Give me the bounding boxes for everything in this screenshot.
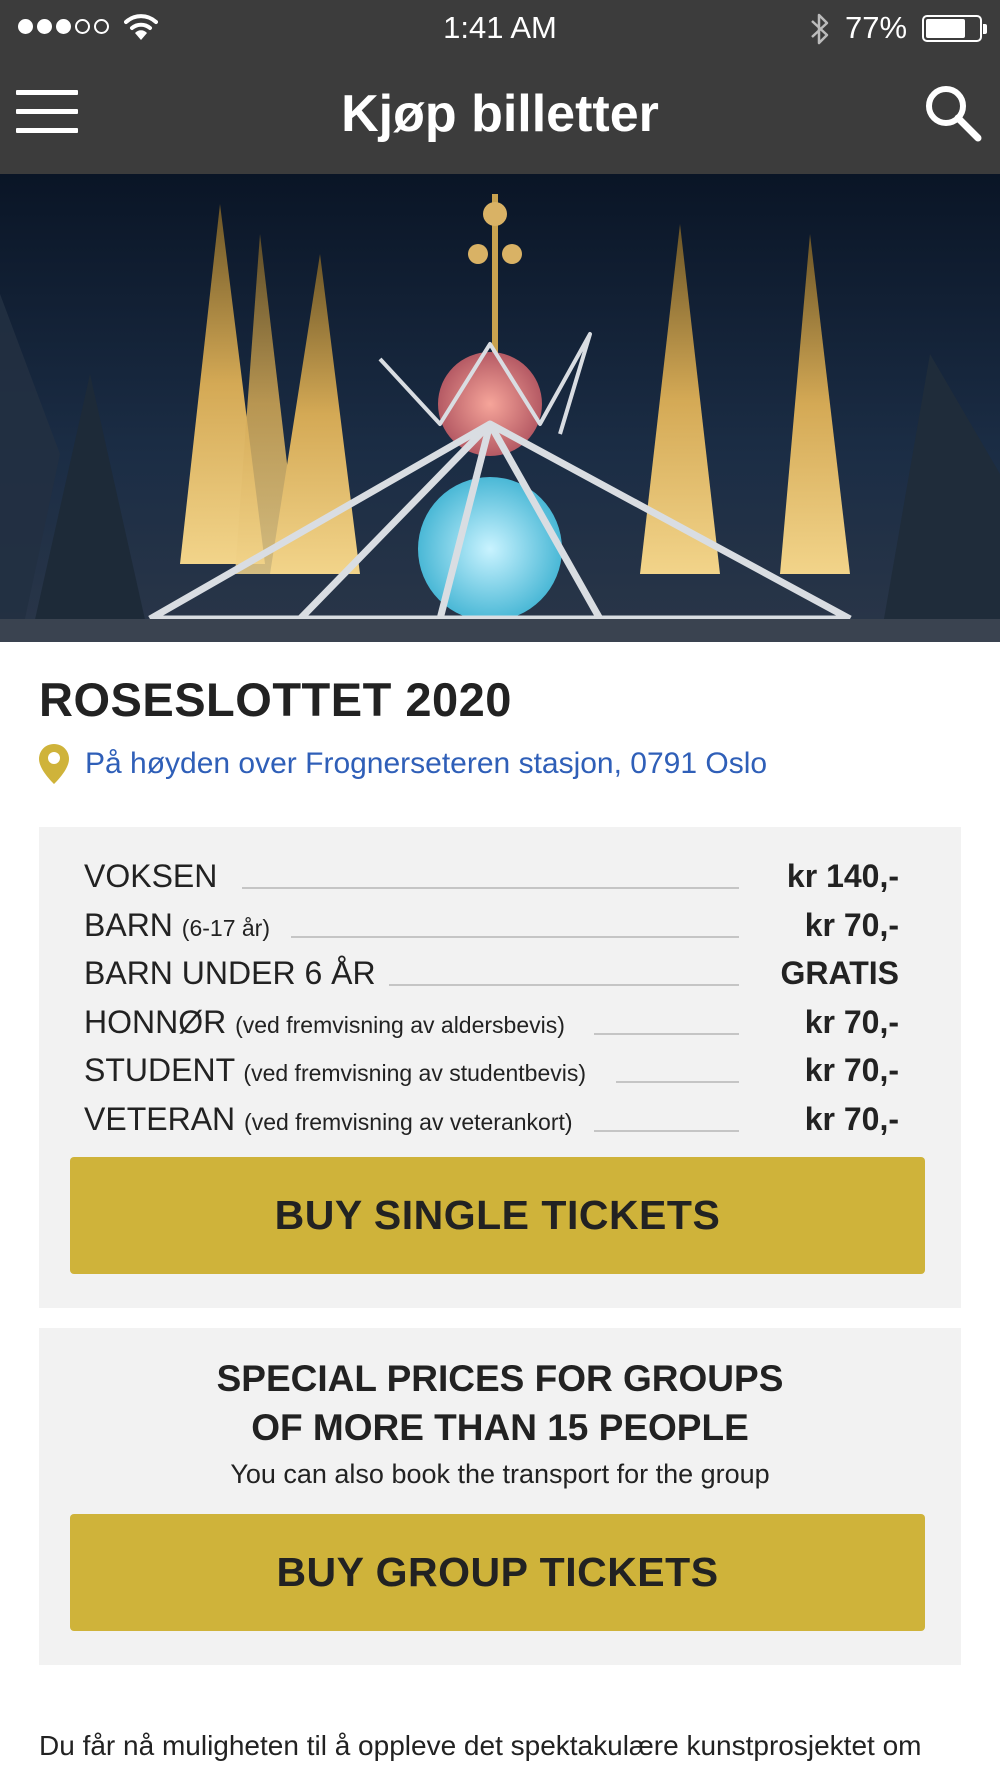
price-value: kr 70,- bbox=[804, 907, 899, 943]
location-text[interactable]: På høyden over Frognerseteren stasjon, 0… bbox=[85, 747, 767, 781]
battery-icon bbox=[922, 15, 987, 42]
price-label: BARN (6-17 år) bbox=[84, 907, 270, 943]
price-leader-line bbox=[389, 984, 739, 986]
price-row: VOKSEN kr 140,- bbox=[84, 857, 899, 901]
location-link[interactable]: På høyden over Frognerseteren stasjon, 0… bbox=[37, 742, 767, 786]
price-leader-line bbox=[242, 887, 739, 889]
price-value: kr 70,- bbox=[804, 1052, 899, 1088]
price-leader-line bbox=[291, 936, 739, 938]
group-subtext: You can also book the transport for the … bbox=[230, 1459, 770, 1489]
price-row: HONNØR (ved fremvisning av aldersbevis) … bbox=[84, 1003, 899, 1047]
battery-percent: 77% bbox=[845, 10, 908, 45]
event-description: Du får nå muligheten til å oppleve det s… bbox=[39, 1730, 928, 1778]
buy-single-tickets-button[interactable]: BUY SINGLE TICKETS bbox=[70, 1157, 925, 1274]
price-label: HONNØR (ved fremvisning av aldersbevis) bbox=[84, 1004, 565, 1040]
price-leader-line bbox=[594, 1130, 739, 1132]
price-value: kr 70,- bbox=[804, 1004, 899, 1040]
group-heading: SPECIAL PRICES FOR GROUPS OF MORE THAN 1… bbox=[216, 1358, 784, 1448]
price-value: GRATIS bbox=[780, 955, 899, 991]
price-label: VETERAN (ved fremvisning av veterankort) bbox=[84, 1101, 573, 1137]
price-label: VOKSEN bbox=[84, 858, 218, 894]
price-value: kr 140,- bbox=[786, 858, 899, 894]
price-leader-line bbox=[594, 1033, 739, 1035]
hero-image bbox=[0, 174, 1000, 642]
price-row: BARN (6-17 år) kr 70,- bbox=[84, 906, 899, 950]
price-row: BARN UNDER 6 ÅR GRATIS bbox=[84, 954, 899, 998]
page-title: Kjøp billetter bbox=[341, 85, 659, 143]
bluetooth-icon bbox=[811, 13, 829, 45]
price-label: BARN UNDER 6 ÅR bbox=[84, 955, 376, 991]
status-bar: 1:41 AM 77% bbox=[0, 0, 1000, 56]
price-row: VETERAN (ved fremvisning av veterankort)… bbox=[84, 1100, 899, 1144]
price-row: STUDENT (ved fremvisning av studentbevis… bbox=[84, 1051, 899, 1095]
price-value: kr 70,- bbox=[804, 1101, 899, 1137]
buy-group-tickets-button[interactable]: BUY GROUP TICKETS bbox=[70, 1514, 925, 1631]
nav-bar: Kjøp billetter bbox=[0, 56, 1000, 174]
location-pin-icon bbox=[39, 744, 69, 784]
search-icon[interactable] bbox=[920, 80, 984, 144]
price-label: STUDENT (ved fremvisning av studentbevis… bbox=[84, 1052, 587, 1088]
price-leader-line bbox=[616, 1081, 739, 1083]
event-title: ROSESLOTTET 2020 bbox=[39, 673, 512, 726]
